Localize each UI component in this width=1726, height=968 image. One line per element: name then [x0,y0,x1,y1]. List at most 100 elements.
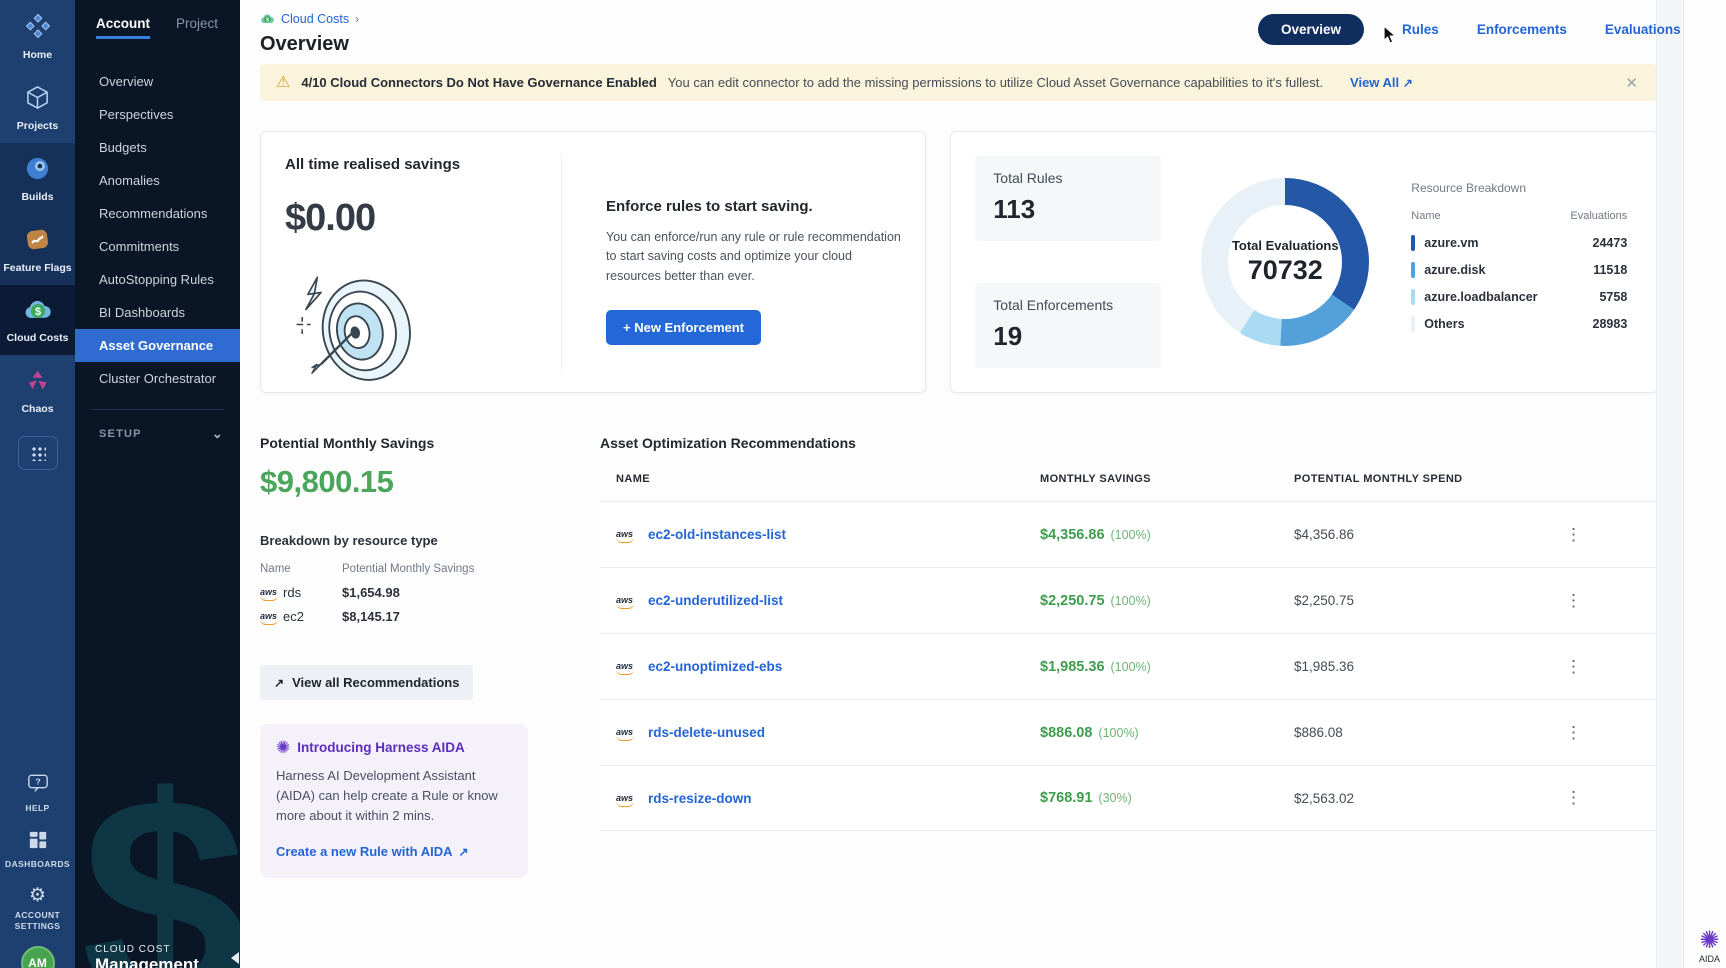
row-menu-button[interactable]: ⋮ [1562,723,1586,743]
user-avatar[interactable]: AM [21,946,55,968]
cloud-costs-breadcrumb-icon: $ [260,13,275,25]
chevron-down-icon: ⌄ [212,426,224,442]
tab-evaluations[interactable]: Evaluations [1605,22,1681,37]
aida-spark-icon: ✺ [276,739,290,756]
realised-savings-amount: $0.00 [285,197,561,240]
scrollbar-track[interactable] [1656,0,1684,968]
rail-module-home[interactable]: Home [0,0,75,72]
total-rules-label: Total Rules [993,170,1143,186]
harness-home-icon [25,13,51,39]
recommendation-link[interactable]: ec2-old-instances-list [648,527,786,542]
sidebar-item-recommendations[interactable]: Recommendations [75,197,240,230]
view-all-recommendations-button[interactable]: ↗ View all Recommendations [260,665,473,700]
tab-account[interactable]: Account [96,16,150,39]
target-illustration [289,266,421,384]
setup-section-toggle[interactable]: SETUP ⌄ [75,410,240,442]
total-enforcements-box: Total Enforcements 19 [975,283,1161,368]
sidebar-item-asset-governance[interactable]: Asset Governance [75,329,240,362]
realised-savings-title: All time realised savings [285,156,561,173]
sidebar-item-cluster-orchestrator[interactable]: Cluster Orchestrator [75,362,240,395]
rail-module-cloud-costs[interactable]: $ Cloud Costs [0,285,75,355]
builds-icon [25,156,50,181]
feature-flags-icon [25,227,50,252]
recommendation-link[interactable]: ec2-unoptimized-ebs [648,659,782,674]
tab-rules[interactable]: Rules [1402,22,1439,37]
recommendation-link[interactable]: rds-resize-down [648,791,752,806]
recommendation-link[interactable]: ec2-underutilized-list [648,593,783,608]
help-chat-icon: ? [27,773,49,794]
breakdown-header: Name Potential Monthly Savings [260,563,548,575]
external-link-icon: ↗ [459,846,469,858]
aws-icon: aws [260,612,277,621]
external-link-icon: ↗ [274,677,284,689]
banner-close-button[interactable]: ✕ [1621,74,1642,92]
view-all-link[interactable]: View All ↗ [1350,75,1413,90]
cloud-costs-icon: $ [24,298,52,322]
sidebar-item-commitments[interactable]: Commitments [75,230,240,263]
legend-row: azure.disk 11518 [1411,262,1627,278]
resource-breakdown-title: Resource Breakdown [1411,181,1627,195]
governance-tabs: Overview Rules Enforcements Evaluations [1258,14,1681,45]
breadcrumb-cloud-costs[interactable]: Cloud Costs [281,12,349,26]
new-enforcement-button[interactable]: + New Enforcement [606,310,761,345]
sidebar-item-bi-dashboards[interactable]: BI Dashboards [75,296,240,329]
chaos-icon [25,368,50,393]
rail-spacer [0,470,75,764]
sidebar-item-budgets[interactable]: Budgets [75,131,240,164]
governance-warning-banner: ⚠ 4/10 Cloud Connectors Do Not Have Gove… [260,64,1658,101]
rail-module-feature-flags[interactable]: Feature Flags [0,214,75,285]
sidebar-item-perspectives[interactable]: Perspectives [75,98,240,131]
enforce-cta: Enforce rules to start saving. You can e… [562,132,925,392]
banner-headline: 4/10 Cloud Connectors Do Not Have Govern… [301,75,656,90]
warning-icon: ⚠ [276,75,290,91]
grid-dots-icon [30,445,46,461]
legend-chip [1411,289,1415,305]
breakdown-row: awsec2 $8,145.17 [260,609,548,624]
row-menu-button[interactable]: ⋮ [1562,525,1586,545]
rail-module-projects[interactable]: Projects [0,72,75,143]
scope-tabs: Account Project [75,0,240,49]
banner-description: You can edit connector to add the missin… [668,75,1323,90]
sidebar-item-anomalies[interactable]: Anomalies [75,164,240,197]
potential-savings-panel: Potential Monthly Savings $9,800.15 Brea… [260,435,548,878]
row-menu-button[interactable]: ⋮ [1562,788,1586,808]
row-menu-button[interactable]: ⋮ [1562,657,1586,677]
create-rule-with-aida-link[interactable]: Create a new Rule with AIDA ↗ [276,844,469,859]
table-row: aws rds-resize-down $768.91(30%) $2,563.… [600,765,1658,831]
top-cards-row: All time realised savings $0.00 [260,131,1658,393]
legend-chip [1411,235,1415,251]
sidebar-collapse-handle[interactable] [231,952,239,964]
tab-enforcements[interactable]: Enforcements [1477,22,1567,37]
recommendations-title: Asset Optimization Recommendations [600,435,1658,451]
aida-promo-box: ✺ Introducing Harness AIDA Harness AI De… [260,724,528,878]
tab-project[interactable]: Project [176,16,218,39]
sidebar-menu: Overview Perspectives Budgets Anomalies … [75,65,240,395]
legend-chip [1411,316,1415,332]
breadcrumb-separator: › [355,12,359,26]
dollar-watermark: $ [81,752,240,968]
rail-help[interactable]: ? HELP [0,765,75,822]
aida-fab-button[interactable]: ✺ AIDA [1699,929,1720,964]
gear-icon: ⚙ [29,885,46,906]
donut-center: Total Evaluations 70732 [1201,178,1369,346]
svg-text:$: $ [266,18,269,24]
recommendation-link[interactable]: rds-delete-unused [648,725,765,740]
enforce-cta-body: You can enforce/run any rule or rule rec… [606,228,905,286]
rail-account-settings[interactable]: ⚙ ACCOUNT SETTINGS [0,878,75,940]
realised-savings-card: All time realised savings $0.00 [260,131,926,393]
dashboards-icon [28,830,48,850]
tab-overview[interactable]: Overview [1258,14,1364,45]
resource-breakdown-legend: Resource Breakdown Name Evaluations azur… [1411,181,1627,343]
sidebar-item-autostopping-rules[interactable]: AutoStopping Rules [75,263,240,296]
potential-savings-amount: $9,800.15 [260,464,548,500]
donut-center-value: 70732 [1248,255,1323,286]
rail-dashboards[interactable]: DASHBOARDS [0,822,75,878]
evaluations-donut-wrap: Total Evaluations 70732 [1201,178,1369,346]
row-menu-button[interactable]: ⋮ [1562,591,1586,611]
sidebar-item-overview[interactable]: Overview [75,65,240,98]
page-header: $ Cloud Costs › Overview Overview Rules … [240,0,1726,56]
legend-row: azure.vm 24473 [1411,235,1627,251]
rail-module-chaos[interactable]: Chaos [0,355,75,426]
module-picker-button[interactable] [18,436,58,470]
rail-module-builds[interactable]: Builds [0,143,75,214]
